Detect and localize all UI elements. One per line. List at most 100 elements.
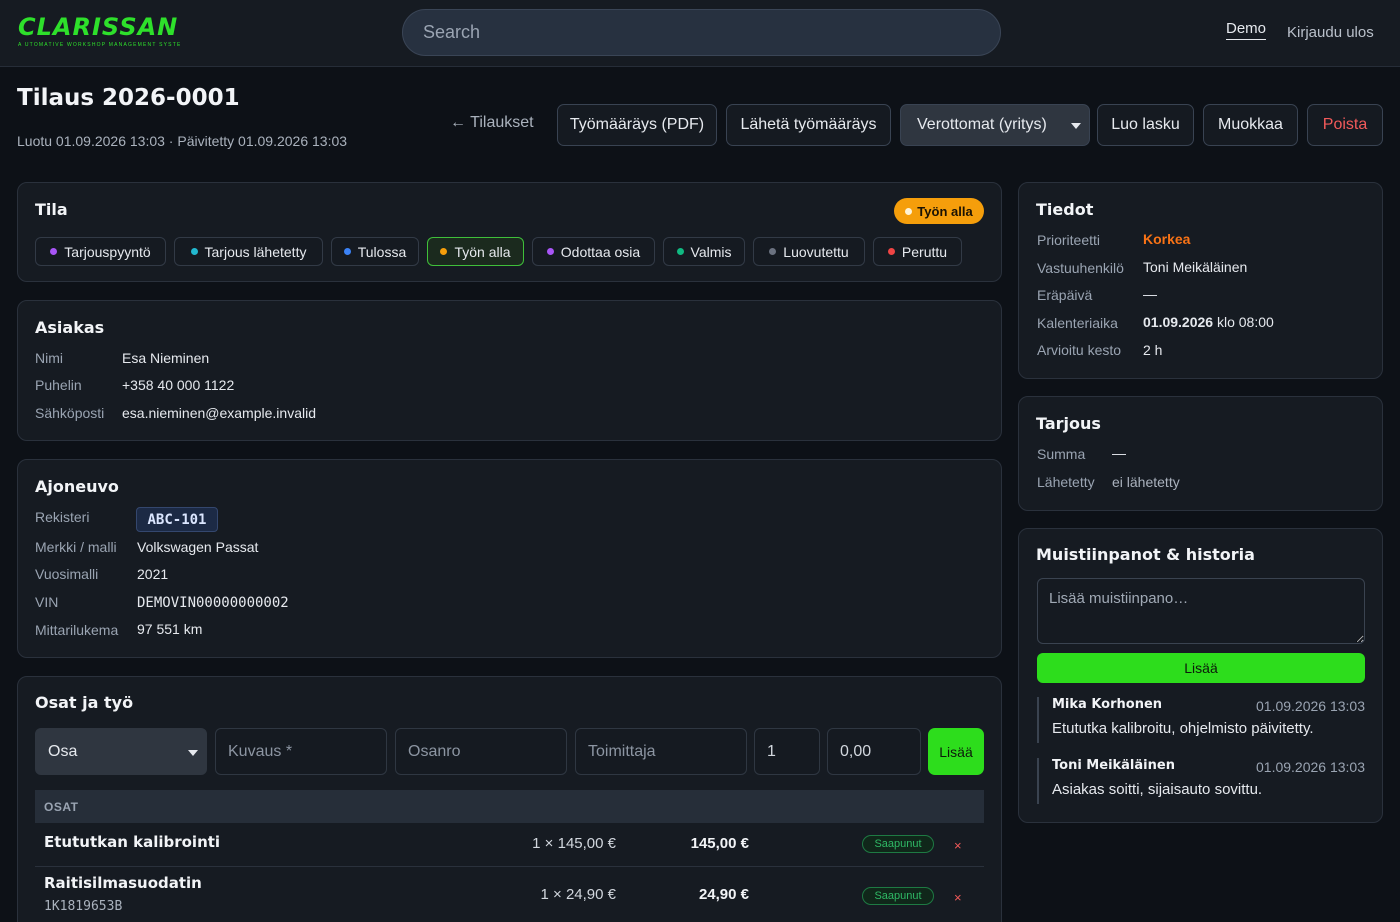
note-text: Etututka kalibroitu, ohjelmisto päivitet…	[1052, 720, 1314, 737]
notes-card-title: Muistiinpanot & historia	[1036, 545, 1255, 564]
logo-tagline: A UTOMATIVE WORKSHOP MANAGEMENT SYSTEM	[18, 42, 180, 48]
chevron-down-icon	[188, 750, 198, 756]
note-input[interactable]	[1037, 578, 1365, 644]
vehicle-mileage: 97 551 km	[137, 621, 203, 637]
supplier-input[interactable]: Toimittaja	[575, 728, 747, 775]
search-input[interactable]	[402, 9, 1001, 56]
owner-value: Toni Meikäläinen	[1143, 259, 1248, 275]
calendar-value: 01.09.2026 klo 08:00	[1143, 314, 1274, 330]
price-input[interactable]: 0,00	[827, 728, 921, 775]
part-total: 145,00 €	[690, 835, 749, 852]
customer-phone: +358 40 000 1122	[122, 377, 235, 393]
vehicle-card-title: Ajoneuvo	[35, 477, 119, 496]
duration-value: 2 h	[1143, 342, 1163, 358]
status-chip-valmis[interactable]: Valmis	[663, 237, 745, 266]
vehicle-make-label: Merkki / malli	[35, 539, 117, 555]
status-chip-odottaa-osia[interactable]: Odottaa osia	[532, 237, 655, 266]
quote-sent-value: ei lähetetty	[1112, 474, 1180, 490]
vehicle-year: 2021	[137, 566, 169, 582]
status-chip-tulossa[interactable]: Tulossa	[331, 237, 419, 266]
vehicle-vin: DEMOVIN00000000002	[137, 595, 289, 611]
customer-card-title: Asiakas	[35, 318, 105, 337]
current-status-label: Työn alla	[917, 203, 973, 219]
part-name: Raitisilmasuodatin	[44, 874, 202, 892]
part-qty-price: 1 × 24,90 €	[540, 886, 616, 903]
edit-button[interactable]: Muokkaa	[1203, 104, 1298, 146]
quote-card-title: Tarjous	[1036, 414, 1101, 433]
status-dot-icon	[190, 248, 198, 255]
vehicle-vin-label: VIN	[35, 594, 59, 610]
page-title: Tilaus 2026-0001	[17, 85, 240, 111]
note-item: Mika Korhonen 01.09.2026 13:03 Etututka …	[1037, 697, 1365, 743]
status-chip-luovutettu[interactable]: Luovutettu	[753, 237, 865, 266]
vehicle-mileage-label: Mittarilukema	[35, 622, 119, 638]
status-chip-label: Työn alla	[454, 243, 511, 260]
tax-mode-value: Verottomat (yritys)	[917, 116, 1047, 133]
tax-mode-select[interactable]: Verottomat (yritys)	[900, 104, 1090, 146]
work-order-pdf-button[interactable]: Työmääräys (PDF)	[557, 104, 717, 146]
note-timestamp: 01.09.2026 13:03	[1256, 698, 1365, 714]
status-dot-icon	[440, 248, 448, 255]
status-chip-tarjouspyynto[interactable]: Tarjouspyyntö	[35, 237, 166, 266]
row-divider	[35, 866, 984, 867]
note-item: Toni Meikäläinen 01.09.2026 13:03 Asiaka…	[1037, 758, 1365, 804]
part-status-badge: Saapunut	[862, 887, 934, 905]
priority-value: Korkea	[1143, 231, 1191, 247]
calendar-label: Kalenteriaika	[1037, 315, 1118, 331]
customer-phone-label: Puhelin	[35, 377, 82, 393]
create-invoice-button[interactable]: Luo lasku	[1097, 104, 1194, 146]
status-dot-icon	[546, 248, 554, 255]
logout-link[interactable]: Kirjaudu ulos	[1287, 24, 1374, 41]
logo-text: CLARISSAN	[18, 13, 179, 41]
calendar-time: klo 08:00	[1216, 314, 1274, 330]
customer-name: Esa Nieminen	[122, 350, 210, 366]
due-date-label: Eräpäivä	[1037, 287, 1093, 303]
vehicle-reg-label: Rekisteri	[35, 509, 90, 525]
calendar-date: 01.09.2026	[1143, 314, 1214, 330]
note-timestamp: 01.09.2026 13:03	[1256, 759, 1365, 775]
status-card-title: Tila	[35, 200, 68, 219]
part-type-select[interactable]: Osa	[35, 728, 207, 775]
customer-email-label: Sähköposti	[35, 405, 105, 421]
status-dot-icon	[887, 248, 895, 255]
clarissan-logo[interactable]: CLARISSAN A UTOMATIVE WORKSHOP MANAGEMEN…	[18, 14, 180, 50]
duration-label: Arvioitu kesto	[1037, 342, 1122, 358]
part-qty-price: 1 × 145,00 €	[532, 835, 616, 852]
status-dot-icon	[769, 248, 777, 255]
status-chip-label: Tarjous lähetetty	[204, 243, 307, 260]
current-status-badge: Työn alla	[894, 198, 984, 224]
add-note-button[interactable]: Lisää	[1037, 653, 1365, 683]
status-dot-icon	[343, 248, 351, 255]
status-chip-label: Valmis	[690, 243, 732, 260]
owner-label: Vastuuhenkilö	[1037, 260, 1124, 276]
back-to-orders-link[interactable]: ← Tilaukset	[450, 114, 534, 132]
description-input[interactable]: Kuvaus *	[215, 728, 387, 775]
send-work-order-button[interactable]: Lähetä työmääräys	[726, 104, 891, 146]
status-dot-icon	[50, 248, 58, 255]
delete-part-button[interactable]: ×	[954, 890, 962, 905]
details-card-title: Tiedot	[1036, 200, 1094, 219]
delete-part-button[interactable]: ×	[954, 838, 962, 853]
quote-sum-value: —	[1112, 445, 1126, 461]
status-dot-icon	[676, 248, 684, 255]
status-chip-tyon-alla[interactable]: Työn alla	[427, 237, 524, 266]
vehicle-year-label: Vuosimalli	[35, 566, 99, 582]
part-status-badge: Saapunut	[862, 835, 934, 853]
status-dot-icon	[905, 207, 913, 215]
order-meta: Luotu 01.09.2026 13:03 · Päivitetty 01.0…	[17, 133, 348, 149]
license-plate: ABC-101	[136, 507, 218, 532]
status-chip-tarjous-lahetetty[interactable]: Tarjous lähetetty	[174, 237, 323, 266]
customer-email: esa.nieminen@example.invalid	[122, 405, 316, 421]
quantity-input[interactable]: 1	[754, 728, 820, 775]
vehicle-make-model: Volkswagen Passat	[137, 539, 259, 555]
nav-demo-link[interactable]: Demo	[1226, 20, 1267, 40]
chevron-down-icon	[1071, 123, 1081, 129]
delete-button[interactable]: Poista	[1307, 104, 1383, 146]
part-number-input[interactable]: Osanro	[395, 728, 567, 775]
note-text: Asiakas soitti, sijaisauto sovittu.	[1052, 781, 1263, 798]
status-card: Tila	[17, 182, 1002, 282]
status-chip-label: Odottaa osia	[560, 243, 641, 260]
status-chip-peruttu[interactable]: Peruttu	[873, 237, 962, 266]
top-bar: CLARISSAN A UTOMATIVE WORKSHOP MANAGEMEN…	[0, 0, 1400, 67]
add-part-button[interactable]: Lisää	[928, 728, 984, 775]
